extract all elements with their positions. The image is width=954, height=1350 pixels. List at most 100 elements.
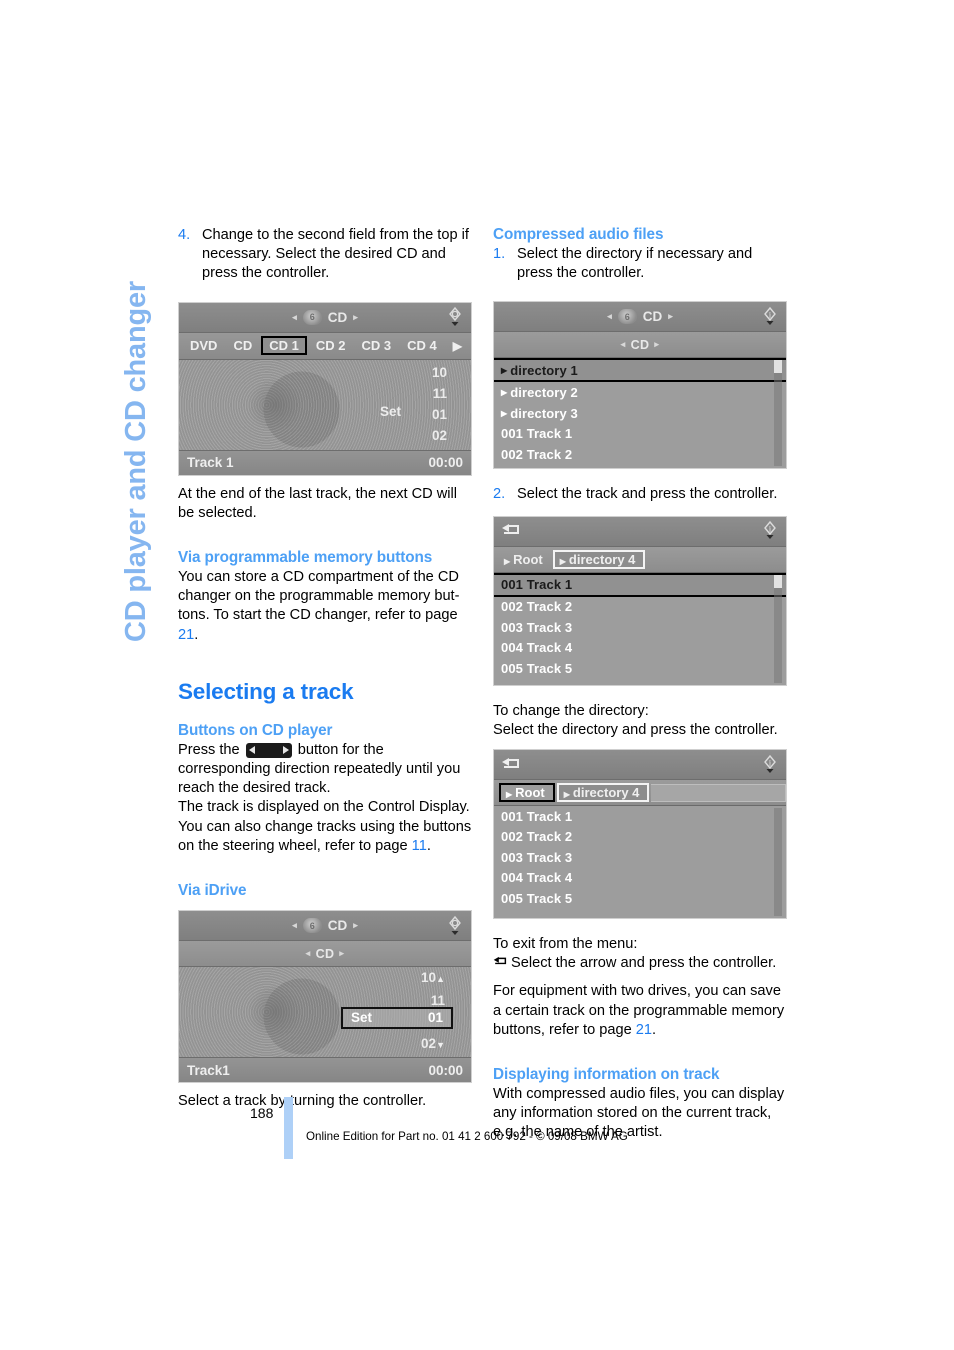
left-column: 4. Change to the second field from the t… <box>178 226 473 1111</box>
heading-buttons-on-cd-player: Buttons on CD player <box>178 721 333 739</box>
cd-number-10[interactable]: 10 <box>432 362 447 383</box>
breadcrumb[interactable]: ▶ Root ▶ directory 4 <box>494 780 786 807</box>
breadcrumb-label: Root <box>515 785 545 801</box>
cd-number-list[interactable]: 10 11 01 02 <box>432 362 447 446</box>
page-ref-21[interactable]: 21 <box>178 627 194 643</box>
right-arrow-icon: ▸ <box>353 920 358 931</box>
sub-left-arrow-icon[interactable]: ◂ <box>306 948 311 959</box>
breadcrumb-directory-4[interactable]: ▶ directory 4 <box>552 549 646 569</box>
scrollbar[interactable] <box>774 360 782 467</box>
scroll-down-caret-icon[interactable]: ▼ <box>436 1040 445 1050</box>
list-item-label: 005 Track 5 <box>501 890 573 906</box>
track-number-02[interactable]: 02▼ <box>421 1033 445 1056</box>
list-item-label: 001 Track 1 <box>501 808 573 824</box>
page-ref-11[interactable]: 11 <box>412 838 427 854</box>
scrollbar-thumb[interactable] <box>774 360 782 374</box>
list-item-selected[interactable]: ▶ directory 1 <box>494 358 786 383</box>
back-arrow-icon[interactable] <box>501 523 523 539</box>
list-item[interactable]: ▶ directory 2 <box>494 382 786 403</box>
footer-accent-bar <box>284 1097 293 1159</box>
track-list[interactable]: 001 Track 1 002 Track 2 003 Track 3 004 … <box>494 806 786 919</box>
tab-cd[interactable]: CD <box>226 337 259 354</box>
cd-changer-display: ◂ 6 CD ▸ DVD CD CD 1 CD 2 CD 3 CD 4 ▶ Se… <box>178 301 472 476</box>
heading-via-idrive: Via iDrive <box>178 882 247 900</box>
display-sub-bar[interactable]: ◂ CD ▸ <box>494 332 786 359</box>
cd-number-01[interactable]: 01 <box>432 404 447 425</box>
list-item[interactable]: 005 Track 5 <box>494 658 786 679</box>
list-item[interactable]: 005 Track 5 <box>494 888 786 909</box>
track-number-10[interactable]: 10▲ <box>421 967 445 990</box>
list-item[interactable]: 002 Track 2 <box>494 444 786 465</box>
list-item[interactable]: 004 Track 4 <box>494 868 786 889</box>
selected-track-box[interactable]: Set 01 <box>341 1007 453 1030</box>
directory-list[interactable]: ▶ directory 1 ▶ directory 2 ▶ directory 3 0… <box>494 358 786 469</box>
exit-menu-text: Select the arrow and press the controlle… <box>511 955 777 972</box>
disc-graphic: Set 10 11 01 02 <box>179 359 471 450</box>
display-title-bar: i <box>494 750 786 781</box>
set-label: Set <box>379 403 401 419</box>
step-2: 2. Select the track and press the contro… <box>493 485 786 504</box>
display-sub-bar[interactable]: ◂ CD ▸ <box>179 941 471 968</box>
step-4: 4. Change to the second field from the t… <box>178 226 473 284</box>
info-icon: i <box>760 520 780 542</box>
right-arrow-icon: ▸ <box>353 311 358 322</box>
list-item-label: 004 Track 4 <box>501 870 573 886</box>
list-item[interactable]: 002 Track 2 <box>494 597 786 618</box>
display-title-label: CD <box>642 309 663 325</box>
list-item[interactable]: 001 Track 1 <box>494 806 786 827</box>
step-4-number: 4. <box>178 227 191 243</box>
sub-left-arrow-icon[interactable]: ◂ <box>621 339 626 350</box>
list-item[interactable]: 001 Track 1 <box>494 423 786 444</box>
step-2-text: Select the track and press the controlle… <box>517 486 778 503</box>
directory-list-display: ◂ 6 CD ▸ i ◂ CD ▸ ▶ directory 1 ▶ direct… <box>493 301 787 470</box>
list-item-label: 002 Track 2 <box>501 829 573 845</box>
page-ref-21[interactable]: 21 <box>636 1022 652 1038</box>
tab-cd-1[interactable]: CD 1 <box>261 336 307 356</box>
breadcrumb-directory-4[interactable]: ▶ directory 4 <box>556 783 650 803</box>
display-status-bar: Track1 00:00 <box>179 1057 471 1083</box>
idrive-track-select-display: ◂ 6 CD ▸ ◂ CD ▸ 10▲ 11 02▼ Set 01 Track1… <box>178 910 472 1084</box>
step-4-text: Change to the second field from the top … <box>202 227 469 282</box>
cd-number-02[interactable]: 02 <box>432 425 447 446</box>
expand-triangle-icon: ▶ <box>501 365 508 375</box>
crumb-triangle-icon: ▶ <box>563 790 570 800</box>
crumb-triangle-icon: ▶ <box>506 790 513 800</box>
breadcrumb-label: directory 4 <box>572 785 640 801</box>
disc-hub <box>247 378 304 431</box>
info-icon: i <box>760 754 780 776</box>
tab-dvd[interactable]: DVD <box>183 337 224 354</box>
tab-cd-3[interactable]: CD 3 <box>354 337 398 354</box>
display-title-bar: ◂ 6 CD ▸ <box>179 911 471 942</box>
list-item-label: directory 1 <box>510 362 578 378</box>
scrollbar-thumb[interactable] <box>774 574 782 588</box>
back-arrow-icon[interactable] <box>501 757 523 773</box>
heading-displaying-information-on-track: Displaying information on track <box>493 1066 720 1084</box>
scrollbar[interactable] <box>774 808 782 917</box>
cd-tab-strip[interactable]: DVD CD CD 1 CD 2 CD 3 CD 4 ▶ <box>179 332 471 360</box>
list-item-label: directory 2 <box>510 385 578 401</box>
two-drives-text: For equipment with two drives, you can s… <box>493 982 786 1040</box>
list-item-selected[interactable]: 001 Track 1 <box>494 572 786 597</box>
display-title-label: CD <box>327 309 348 325</box>
sub-right-arrow-icon[interactable]: ▸ <box>654 339 659 350</box>
breadcrumb-root[interactable]: ▶ Root <box>499 551 551 568</box>
tab-cd-2[interactable]: CD 2 <box>309 337 353 354</box>
after-idrive-text: Select a track by turning the controller… <box>178 1093 427 1110</box>
heading-compressed-audio-files: Compressed audio files <box>493 226 664 243</box>
scroll-up-caret-icon[interactable]: ▲ <box>436 974 445 984</box>
breadcrumb[interactable]: ▶ Root ▶ directory 4 <box>494 546 786 573</box>
tab-cd-4[interactable]: CD 4 <box>400 337 444 354</box>
sub-right-arrow-icon[interactable]: ▸ <box>339 948 344 959</box>
breadcrumb-root[interactable]: ▶ Root <box>499 783 555 803</box>
list-item[interactable]: 002 Track 2 <box>494 827 786 848</box>
disc-hub <box>247 986 304 1039</box>
tab-more-arrow-icon[interactable]: ▶ <box>446 338 469 354</box>
display-title-label: CD <box>327 918 348 934</box>
list-item[interactable]: ▶ directory 3 <box>494 403 786 424</box>
list-item[interactable]: 003 Track 3 <box>494 617 786 638</box>
list-item[interactable]: 003 Track 3 <box>494 847 786 868</box>
list-item[interactable]: 004 Track 4 <box>494 638 786 659</box>
cd-number-11[interactable]: 11 <box>433 383 447 404</box>
track-list[interactable]: 001 Track 1 002 Track 2 003 Track 3 004 … <box>494 572 786 685</box>
scrollbar[interactable] <box>774 574 782 683</box>
